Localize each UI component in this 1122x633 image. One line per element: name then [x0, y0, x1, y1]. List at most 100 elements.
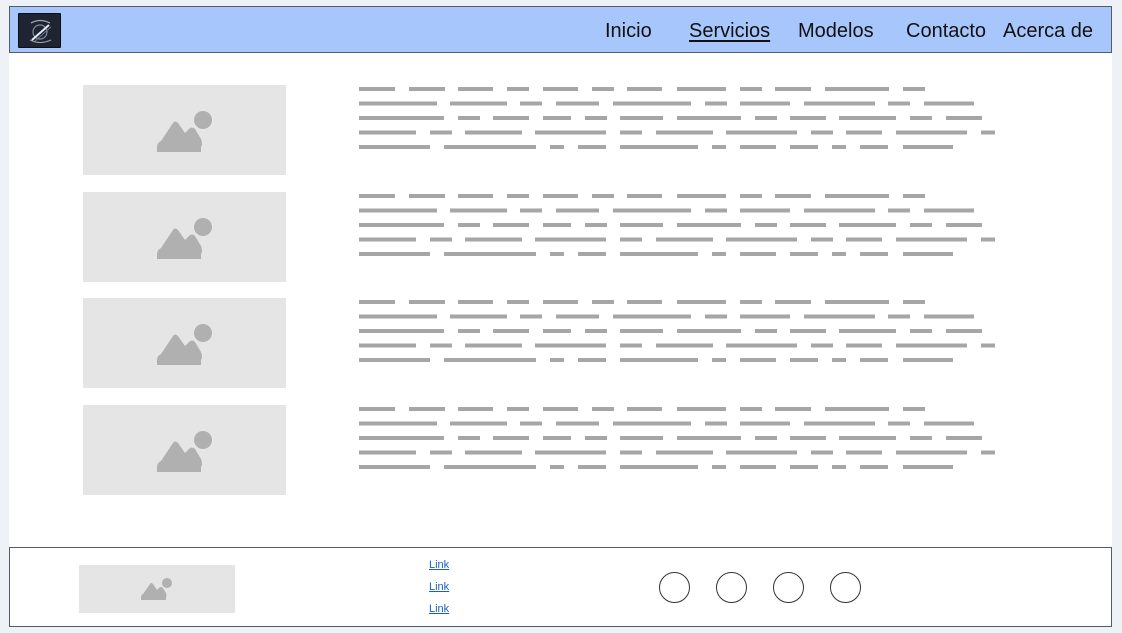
text-line-dash [946, 436, 982, 440]
nav-item-servicios[interactable]: Servicios [689, 19, 770, 43]
logo-icon[interactable] [18, 13, 61, 48]
text-line-dash [790, 145, 818, 149]
text-line-dash [896, 343, 967, 348]
text-line-dash [627, 194, 662, 198]
text-line-dash [677, 407, 726, 411]
text-line-dash [825, 300, 889, 304]
text-line-dash [726, 343, 797, 348]
text-line-dash [888, 208, 910, 213]
text-line-dash [535, 237, 606, 242]
text-line-dash [811, 450, 833, 455]
text-line-dash [790, 465, 818, 469]
text-line-dash [620, 145, 698, 149]
text-line-dash [981, 343, 995, 348]
footer-link[interactable]: Link [429, 559, 449, 572]
text-line-dash [409, 87, 445, 91]
text-line-dash [846, 450, 882, 455]
text-line-dash [359, 314, 437, 319]
text-line-dash [705, 101, 727, 106]
text-line-dash [677, 329, 741, 333]
text-line-dash [839, 223, 896, 227]
text-line-dash [359, 130, 416, 135]
text-line-dash [860, 465, 888, 469]
text-line-dash [556, 421, 599, 426]
text-line-dash [903, 358, 953, 362]
text-line-dash [775, 194, 811, 198]
circle-icon[interactable] [659, 572, 690, 603]
circle-icon[interactable] [830, 572, 861, 603]
text-line-dash [712, 358, 726, 362]
text-line-dash [444, 358, 536, 362]
circle-icon[interactable] [716, 572, 747, 603]
footer-link[interactable]: Link [429, 581, 449, 594]
text-line-dash [981, 450, 995, 455]
text-line-dash [903, 145, 953, 149]
text-line-dash [359, 343, 416, 348]
text-line-dash [832, 465, 846, 469]
text-line-dash [359, 194, 395, 198]
content-row [9, 85, 1112, 176]
text-line-dash [520, 314, 542, 319]
image-placeholder-icon [141, 578, 172, 600]
text-line-dash [677, 223, 741, 227]
text-line-dash [804, 421, 875, 426]
nav-item-acerca-de[interactable]: Acerca de [1003, 19, 1093, 43]
image-placeholder [83, 405, 286, 495]
text-line-dash [430, 237, 452, 242]
text-line-dash [755, 436, 777, 440]
page-frame: Inicio Servicios Modelos Contacto Acerca… [9, 6, 1112, 627]
text-line-dash [811, 343, 833, 348]
text-line-dash [507, 300, 529, 304]
text-line-dash [832, 252, 846, 256]
text-line-dash [613, 101, 691, 106]
text-line-dash [556, 314, 599, 319]
placeholder-text-lines [359, 85, 1009, 155]
text-line-dash [677, 300, 726, 304]
text-line-dash [359, 450, 416, 455]
text-line-dash [846, 130, 882, 135]
text-line-dash [896, 450, 967, 455]
text-line-dash [656, 130, 713, 135]
text-line-dash [627, 87, 662, 91]
text-line-dash [712, 145, 726, 149]
text-line-dash [620, 450, 642, 455]
text-line-dash [620, 358, 698, 362]
text-line-dash [620, 223, 663, 227]
image-placeholder [83, 298, 286, 388]
text-line-dash [740, 101, 790, 106]
text-line-dash [620, 436, 663, 440]
text-line-dash [620, 329, 663, 333]
text-line-dash [444, 465, 536, 469]
text-line-dash [493, 436, 529, 440]
image-placeholder [83, 85, 286, 175]
text-line-dash [465, 450, 522, 455]
text-line-dash [924, 101, 974, 106]
nav-item-inicio[interactable]: Inicio [605, 19, 652, 43]
text-line-dash [677, 194, 726, 198]
text-line-dash [946, 329, 982, 333]
text-line-dash [359, 407, 395, 411]
text-line-dash [677, 116, 741, 120]
text-line-dash [888, 314, 910, 319]
text-line-dash [543, 194, 578, 198]
text-line-dash [543, 87, 578, 91]
text-line-dash [359, 116, 444, 120]
text-line-dash [578, 145, 606, 149]
nav-item-modelos[interactable]: Modelos [798, 19, 874, 43]
text-line-dash [550, 465, 564, 469]
text-line-dash [790, 329, 826, 333]
text-line-dash [825, 194, 889, 198]
nav-item-contacto[interactable]: Contacto [906, 19, 986, 43]
text-line-dash [578, 252, 606, 256]
circle-icon[interactable] [773, 572, 804, 603]
text-line-dash [924, 208, 974, 213]
text-line-dash [578, 358, 606, 362]
text-line-dash [740, 421, 790, 426]
text-line-dash [359, 208, 437, 213]
text-line-dash [903, 407, 925, 411]
text-line-dash [705, 421, 727, 426]
content-row [9, 405, 1112, 496]
text-line-dash [946, 116, 982, 120]
text-line-dash [620, 116, 663, 120]
footer-link[interactable]: Link [429, 603, 449, 616]
